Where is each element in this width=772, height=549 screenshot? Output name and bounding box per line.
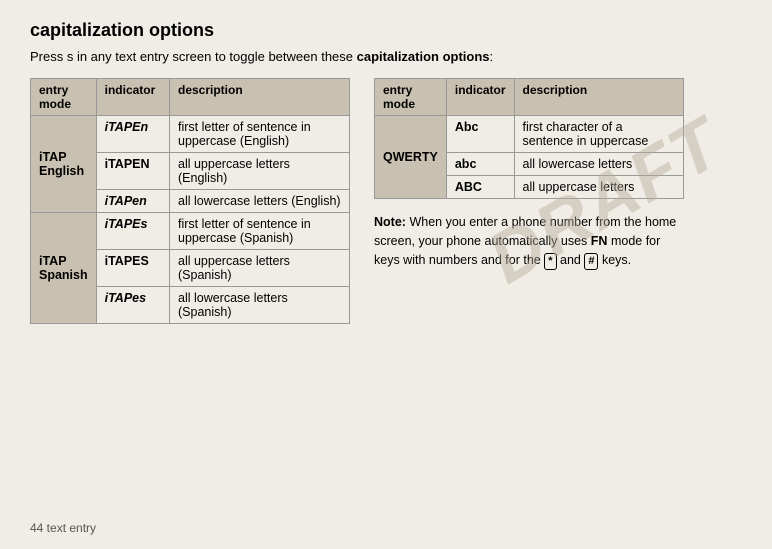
- right-table-header: entrymode indicator description: [375, 79, 684, 116]
- page: capitalization options Press s in any te…: [0, 0, 772, 549]
- right-column: entrymode indicator description QWERTY A…: [374, 78, 684, 270]
- intro-text: Press s in any text entry screen to togg…: [30, 49, 742, 64]
- content-row: entrymode indicator description iTAPEngl…: [30, 78, 742, 324]
- indicator-abc-lower: abc: [446, 153, 514, 176]
- note-text4: keys.: [602, 253, 631, 267]
- desc-itapen: first letter of sentence in uppercase (E…: [170, 116, 350, 153]
- footer: 44 text entry: [30, 521, 96, 535]
- intro-main: Press s in any text entry screen to togg…: [30, 49, 353, 64]
- hash-key-icon: #: [584, 253, 598, 270]
- left-header-description: description: [170, 79, 350, 116]
- desc-abc-title: first character of a sentence in upperca…: [514, 116, 683, 153]
- desc-itapes-lower: all lowercase letters (Spanish): [170, 287, 350, 324]
- table-row: iTAPEnglish iTAPEn first letter of sente…: [31, 116, 350, 153]
- right-header-mode: entrymode: [375, 79, 447, 116]
- page-title: capitalization options: [30, 20, 742, 41]
- desc-itapes-upper: all uppercase letters (Spanish): [170, 250, 350, 287]
- right-header-description: description: [514, 79, 683, 116]
- indicator-itapes-lower: iTAPes: [96, 287, 169, 324]
- note-label: Note:: [374, 215, 406, 229]
- desc-itapes: first letter of sentence in uppercase (S…: [170, 213, 350, 250]
- indicator-itapes-upper: iTAPES: [96, 250, 169, 287]
- note-and: and: [560, 253, 584, 267]
- fn-mode-indicator: FN: [591, 234, 608, 248]
- group-cell-itap-english: iTAPEnglish: [31, 116, 97, 213]
- table-row: QWERTY Abc first character of a sentence…: [375, 116, 684, 153]
- left-table-header: entrymode indicator description: [31, 79, 350, 116]
- indicator-abc-title: Abc: [446, 116, 514, 153]
- desc-itapen-lower: all lowercase letters (English): [170, 190, 350, 213]
- group-cell-qwerty: QWERTY: [375, 116, 447, 199]
- desc-itapen-upper: all uppercase letters (English): [170, 153, 350, 190]
- desc-abc-lower: all lowercase letters: [514, 153, 683, 176]
- note-section: Note: When you enter a phone number from…: [374, 213, 684, 270]
- left-header-indicator: indicator: [96, 79, 169, 116]
- indicator-itapen-upper: iTAPEN: [96, 153, 169, 190]
- right-header-indicator: indicator: [446, 79, 514, 116]
- indicator-itapen-lower: iTAPen: [96, 190, 169, 213]
- left-header-mode: entrymode: [31, 79, 97, 116]
- right-table: entrymode indicator description QWERTY A…: [374, 78, 684, 199]
- indicator-abc-upper: ABC: [446, 176, 514, 199]
- table-row: iTAPSpanish iTAPEs first letter of sente…: [31, 213, 350, 250]
- indicator-itapes: iTAPEs: [96, 213, 169, 250]
- indicator-itapen: iTAPEn: [96, 116, 169, 153]
- left-table: entrymode indicator description iTAPEngl…: [30, 78, 350, 324]
- desc-abc-upper: all uppercase letters: [514, 176, 683, 199]
- star-key-icon: *: [544, 253, 556, 270]
- intro-bold: capitalization options: [357, 49, 490, 64]
- group-cell-itap-spanish: iTAPSpanish: [31, 213, 97, 324]
